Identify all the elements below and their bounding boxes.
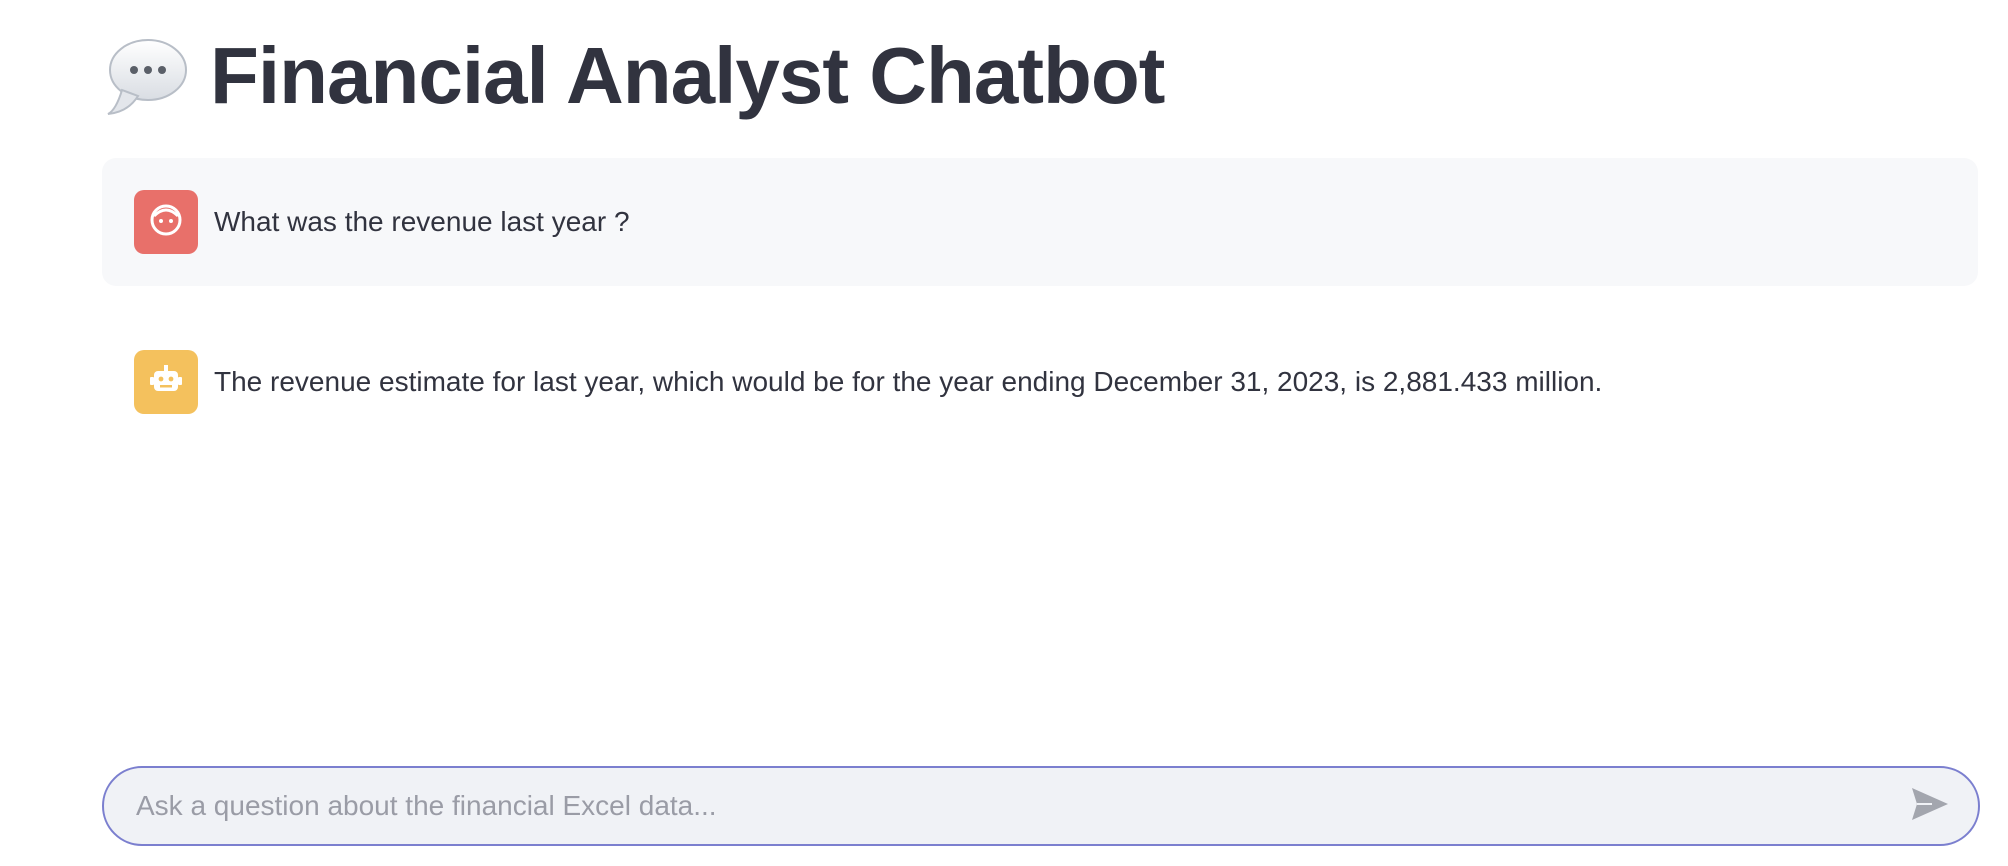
page-header: Financial Analyst Chatbot — [100, 22, 1165, 130]
chat-input[interactable] — [104, 768, 1890, 844]
send-button[interactable] — [1890, 768, 1970, 844]
chat-page: Financial Analyst Chatbot What was the r… — [0, 0, 2008, 866]
speech-bubble-icon — [100, 30, 192, 122]
user-avatar — [134, 190, 198, 254]
robot-icon — [146, 360, 186, 405]
chat-input-container — [102, 766, 1980, 846]
assistant-message: The revenue estimate for last year, whic… — [102, 318, 1978, 446]
assistant-avatar — [134, 350, 198, 414]
page-title: Financial Analyst Chatbot — [210, 31, 1165, 120]
user-message: What was the revenue last year ? — [102, 158, 1978, 286]
user-message-text: What was the revenue last year ? — [214, 206, 630, 237]
assistant-message-text: The revenue estimate for last year, whic… — [214, 366, 1603, 397]
send-icon — [1910, 786, 1950, 827]
user-face-icon — [146, 200, 186, 245]
